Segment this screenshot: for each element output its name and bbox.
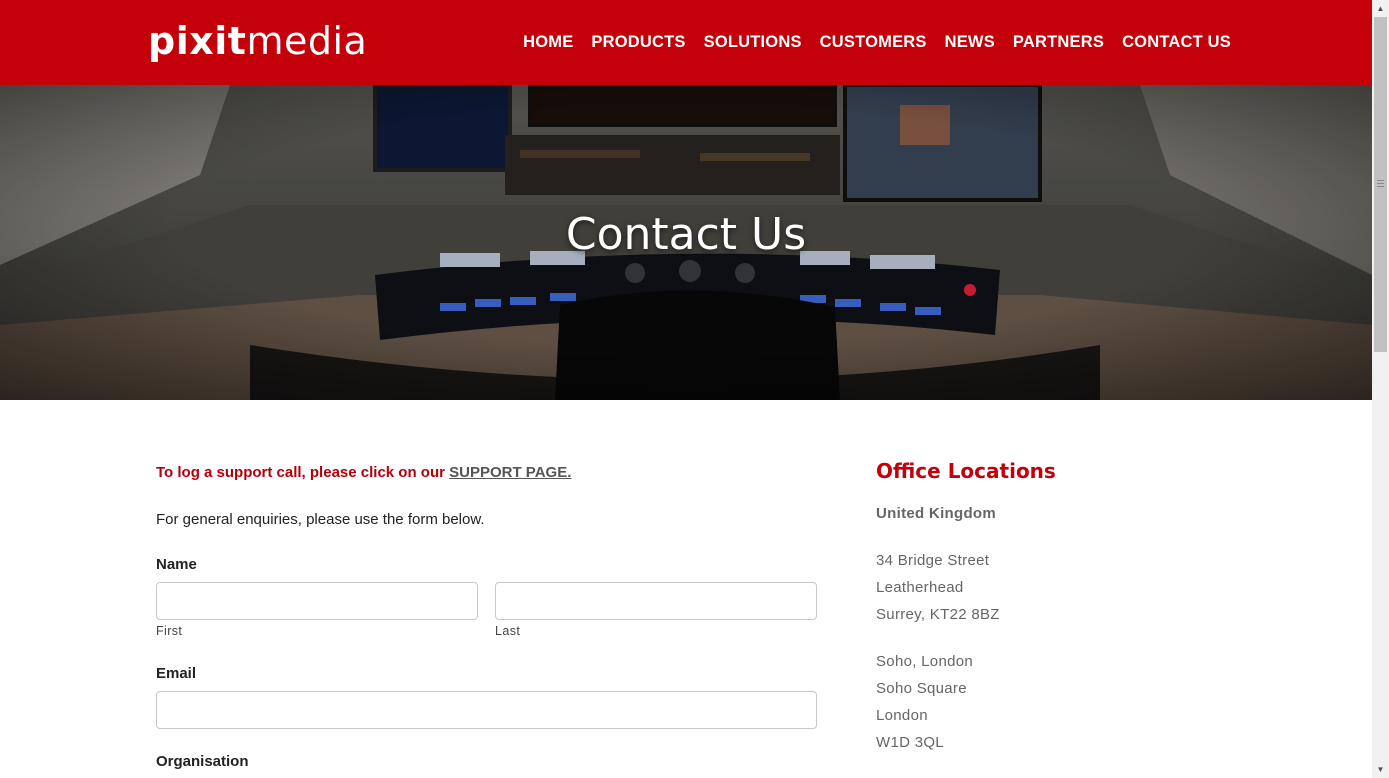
support-page-link[interactable]: SUPPORT PAGE. [449, 464, 571, 481]
first-sublabel: First [156, 624, 183, 638]
country-heading: United Kingdom [876, 505, 997, 522]
logo-bold-part: pixit [148, 19, 247, 63]
scroll-down-arrow-icon[interactable]: ▼ [1372, 761, 1389, 778]
last-name-input[interactable] [495, 582, 817, 620]
email-input[interactable] [156, 691, 817, 729]
scrollbar-thumb[interactable] [1374, 17, 1387, 352]
london-address-line: Soho, London [876, 653, 974, 670]
uk-address-line: Surrey, KT22 8BZ [876, 606, 1000, 623]
uk-address-line: Leatherhead [876, 579, 964, 596]
contact-form-section: To log a support call, please click on o… [156, 460, 818, 533]
last-sublabel: Last [495, 624, 521, 638]
nav-contact-us[interactable]: CONTACT US [1122, 30, 1231, 54]
nav-products[interactable]: PRODUCTS [591, 30, 685, 54]
email-label: Email [156, 665, 197, 682]
pixitmedia-logo[interactable]: pixitmedia [148, 16, 367, 66]
first-name-input[interactable] [156, 582, 478, 620]
site-header: pixitmedia HOME PRODUCTS SOLUTIONS CUSTO… [0, 0, 1372, 85]
scroll-up-arrow-icon[interactable]: ▲ [1372, 0, 1389, 17]
organisation-label: Organisation [156, 753, 249, 770]
london-address-line: London [876, 707, 928, 724]
logo-light-part: media [246, 19, 368, 63]
general-enquiries-text: For general enquiries, please use the fo… [156, 511, 485, 528]
uk-address-line: 34 Bridge Street [876, 552, 990, 569]
name-label: Name [156, 556, 197, 573]
hero-banner: Contact Us [0, 85, 1372, 400]
grip-icon [1377, 180, 1384, 181]
office-locations: Office Locations United Kingdom 34 Bridg… [876, 456, 1276, 756]
vertical-scrollbar[interactable]: ▲ ▼ [1372, 0, 1389, 778]
support-notice: To log a support call, please click on o… [156, 460, 818, 486]
nav-news[interactable]: NEWS [945, 30, 995, 54]
nav-partners[interactable]: PARTNERS [1013, 30, 1104, 54]
page-title: Contact Us [565, 209, 807, 260]
nav-home[interactable]: HOME [523, 30, 573, 54]
main-nav: HOME PRODUCTS SOLUTIONS CUSTOMERS NEWS P… [523, 30, 1231, 54]
london-address-line: Soho Square [876, 680, 967, 697]
office-locations-heading: Office Locations [876, 459, 1056, 483]
support-text: To log a support call, please click on o… [156, 464, 450, 481]
nav-customers[interactable]: CUSTOMERS [820, 30, 927, 54]
london-address-line: W1D 3QL [876, 734, 944, 751]
page: pixitmedia HOME PRODUCTS SOLUTIONS CUSTO… [0, 0, 1372, 778]
nav-solutions[interactable]: SOLUTIONS [704, 30, 802, 54]
